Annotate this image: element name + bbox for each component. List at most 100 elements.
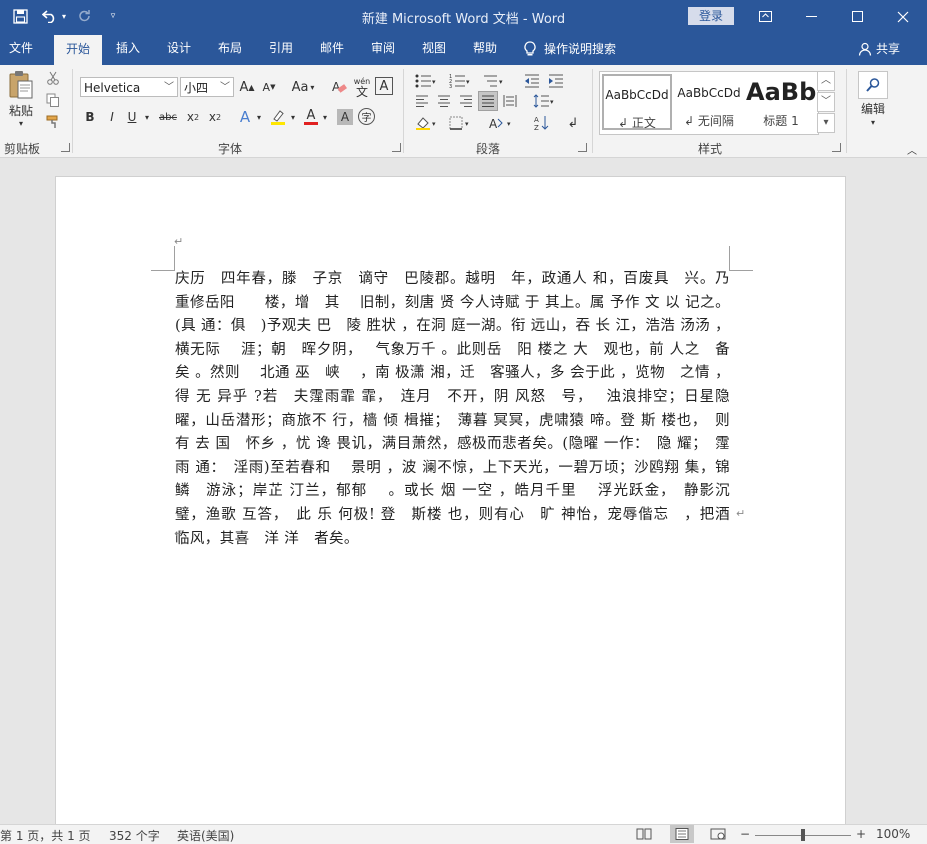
- format-painter-icon[interactable]: [44, 113, 62, 131]
- customize-quick-access-icon[interactable]: ▿: [107, 7, 119, 25]
- shrink-font-icon[interactable]: A ▼: [260, 77, 278, 97]
- tab-insert[interactable]: 插入: [106, 33, 150, 65]
- svg-text:▾: ▾: [432, 78, 436, 86]
- character-shading-icon[interactable]: A: [337, 109, 353, 125]
- increase-indent-icon[interactable]: [546, 71, 566, 91]
- tab-design[interactable]: 设计: [157, 33, 201, 65]
- bullets-icon[interactable]: ▾: [412, 71, 440, 91]
- sort-icon[interactable]: AZ: [532, 113, 552, 133]
- tab-help[interactable]: 帮助: [463, 33, 507, 65]
- change-case-button[interactable]: Aa ▾: [288, 77, 318, 97]
- document-body-text[interactable]: 庆历 四年春，滕 子京 谪守 巴陵郡。越明 年，政通人 和，百废具 兴。乃重修岳…: [175, 268, 730, 551]
- collapse-ribbon-icon[interactable]: ︿: [904, 143, 920, 157]
- styles-scroll-up-icon[interactable]: ︿: [817, 71, 835, 91]
- language[interactable]: 英语(美国): [177, 827, 234, 844]
- strikethrough-icon[interactable]: abc: [158, 107, 178, 127]
- read-mode-icon[interactable]: [636, 828, 652, 843]
- status-bar: 第 1 页，共 1 页 352 个字 英语(美国) − + 100%: [0, 824, 927, 844]
- enclose-characters-icon[interactable]: 字: [358, 108, 375, 125]
- svg-text:▾: ▾: [499, 78, 503, 86]
- tab-file[interactable]: 文件: [0, 33, 42, 65]
- tell-me-search[interactable]: 操作说明搜索: [524, 33, 616, 65]
- web-layout-icon[interactable]: [710, 828, 726, 843]
- paragraph-launcher-icon[interactable]: [578, 143, 587, 152]
- justify-icon[interactable]: [478, 91, 498, 111]
- copy-icon[interactable]: [44, 91, 62, 109]
- zoom-in-icon[interactable]: +: [856, 827, 866, 841]
- tab-layout[interactable]: 布局: [208, 33, 252, 65]
- cut-icon[interactable]: [44, 69, 62, 87]
- highlight-dropdown-icon[interactable]: ▾: [288, 107, 298, 127]
- distributed-icon[interactable]: [500, 91, 520, 111]
- tab-view[interactable]: 视图: [412, 33, 456, 65]
- bold-icon[interactable]: B: [82, 107, 98, 127]
- chinese-layout-icon[interactable]: A ▾: [486, 113, 518, 133]
- save-icon[interactable]: [11, 7, 29, 25]
- styles-more-icon[interactable]: ▾: [817, 113, 835, 133]
- svg-text:3: 3: [449, 84, 452, 88]
- font-name-combo[interactable]: Helvetica ﹀: [80, 77, 178, 97]
- separator: [846, 69, 847, 153]
- show-hide-marks-icon[interactable]: ↲: [564, 113, 582, 133]
- align-center-icon[interactable]: [434, 91, 454, 111]
- share-button[interactable]: 共享: [858, 33, 900, 65]
- multilevel-list-icon[interactable]: ▾: [480, 71, 508, 91]
- zoom-out-icon[interactable]: −: [740, 827, 750, 841]
- zoom-slider-thumb[interactable]: [801, 829, 805, 841]
- underline-icon[interactable]: U: [124, 107, 140, 127]
- zoom-level[interactable]: 100%: [876, 827, 910, 841]
- phonetic-guide-button[interactable]: wén 文: [352, 75, 372, 99]
- login-button[interactable]: 登录: [688, 7, 734, 25]
- print-layout-icon[interactable]: [670, 825, 694, 843]
- line-spacing-icon[interactable]: ▾: [530, 91, 558, 111]
- underline-dropdown-icon[interactable]: ▾: [142, 107, 152, 127]
- highlight-color-icon[interactable]: [268, 107, 288, 127]
- align-right-icon[interactable]: [456, 91, 476, 111]
- tab-review[interactable]: 审阅: [361, 33, 405, 65]
- shading-icon[interactable]: ▾: [412, 113, 442, 133]
- clear-formatting-icon[interactable]: A: [330, 77, 348, 97]
- text-effects-icon[interactable]: A: [236, 107, 254, 127]
- character-border-icon[interactable]: A: [375, 77, 393, 95]
- align-left-icon[interactable]: [412, 91, 432, 111]
- grow-font-icon[interactable]: A ▲: [238, 77, 256, 97]
- text-effects-dropdown-icon[interactable]: ▾: [254, 107, 264, 127]
- style-no-spacing[interactable]: AaBbCcDd ↲ 无间隔: [674, 74, 744, 130]
- font-group-label: 字体: [218, 142, 243, 156]
- subscript-icon[interactable]: x2: [184, 107, 202, 127]
- redo-icon[interactable]: [77, 7, 93, 25]
- editing-button[interactable]: 编辑 ▾: [852, 101, 894, 131]
- font-color-icon[interactable]: A: [302, 107, 320, 127]
- clipboard-launcher-icon[interactable]: [61, 143, 70, 152]
- ribbon-display-options-icon[interactable]: [742, 0, 788, 33]
- numbering-icon[interactable]: 1 2 3 ▾: [446, 71, 474, 91]
- styles-launcher-icon[interactable]: [832, 143, 841, 152]
- superscript-icon[interactable]: x2: [206, 107, 224, 127]
- chevron-down-icon: ﹀: [164, 82, 174, 93]
- borders-icon[interactable]: ▾: [446, 113, 476, 133]
- italic-icon[interactable]: I: [104, 107, 120, 127]
- find-icon[interactable]: [858, 71, 888, 99]
- svg-text:▾: ▾: [507, 120, 511, 128]
- tab-mailings[interactable]: 邮件: [310, 33, 354, 65]
- font-launcher-icon[interactable]: [392, 143, 401, 152]
- minimize-icon[interactable]: [788, 0, 834, 33]
- editing-dropdown-icon: ▾: [870, 118, 875, 127]
- style-heading-1[interactable]: AaBb 标题 1: [746, 74, 816, 130]
- font-size-combo[interactable]: 小四 ﹀: [180, 77, 234, 97]
- close-icon[interactable]: [880, 0, 926, 33]
- decrease-indent-icon[interactable]: [522, 71, 542, 91]
- tab-home[interactable]: 开始: [54, 35, 102, 65]
- page-count[interactable]: 第 1 页，共 1 页: [0, 827, 91, 844]
- style-normal[interactable]: AaBbCcDd ↲ 正文: [602, 74, 672, 130]
- paste-button[interactable]: 粘贴 ▾: [4, 69, 38, 129]
- undo-icon[interactable]: [40, 7, 60, 25]
- ribbon-home: 粘贴 ▾ 剪贴板 Helvetica ﹀ 小四 ﹀ A ▲ A ▼ Aa ▾ A wé…: [0, 65, 927, 158]
- tab-references[interactable]: 引用: [259, 33, 303, 65]
- paste-label: 粘贴: [8, 104, 33, 118]
- font-color-dropdown-icon[interactable]: ▾: [320, 107, 330, 127]
- word-count[interactable]: 352 个字: [109, 827, 160, 844]
- styles-scroll-down-icon[interactable]: ﹀: [817, 92, 835, 112]
- maximize-icon[interactable]: [834, 0, 880, 33]
- undo-dropdown-icon[interactable]: ▾: [60, 7, 68, 25]
